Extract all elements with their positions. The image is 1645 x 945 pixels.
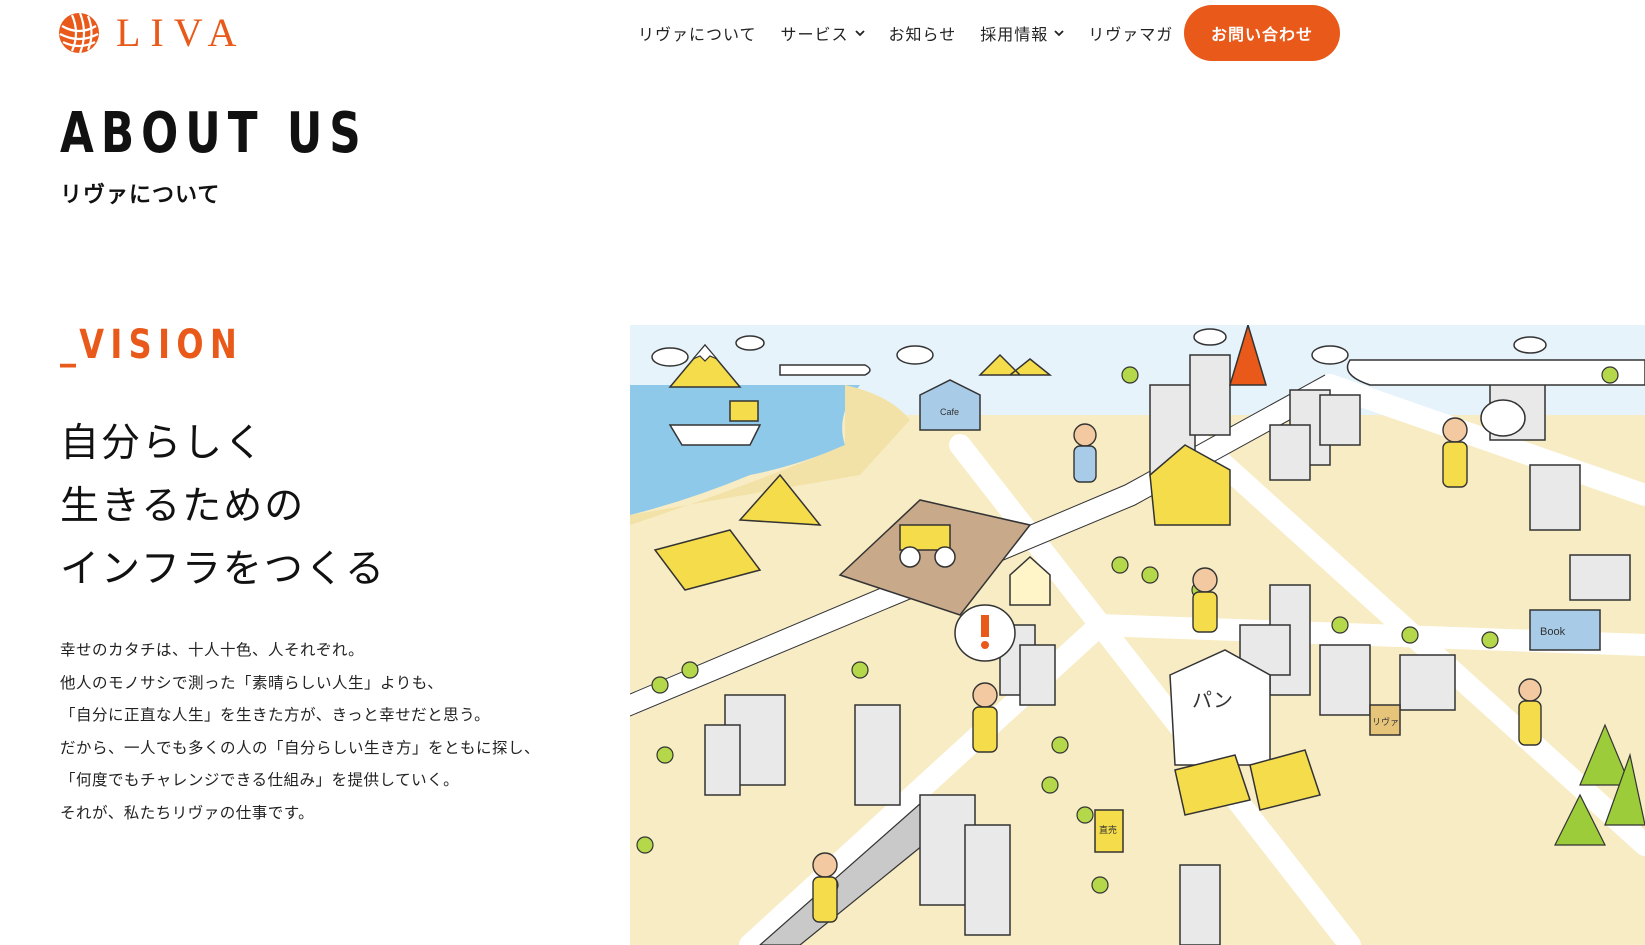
- body-line: それが、私たちリヴァの仕事です。: [60, 803, 315, 822]
- nav-item-services[interactable]: サービス: [781, 21, 865, 45]
- sign-liva: リヴァ: [1372, 716, 1399, 728]
- nav-label: 採用情報: [980, 25, 1049, 44]
- body-line: 「何度でもチャレンジできる仕組み」を提供していく。: [60, 771, 460, 789]
- nav-item-livamaga[interactable]: リヴァマガ: [1088, 21, 1173, 45]
- body-line: 幸せのカタチは、十人十色、人それぞれ。: [60, 641, 365, 659]
- vision-headline: 自分らしく 生きるための インフラをつくる: [60, 412, 580, 601]
- sign-cafe: Cafe: [940, 407, 959, 417]
- vision-body: 幸せのカタチは、十人十色、人それぞれ。 他人のモノサシで測った「素晴らしい人生」…: [60, 634, 620, 829]
- vision-underscore: _: [60, 322, 80, 368]
- sign-market: 直売: [1099, 824, 1117, 836]
- logo-mark-icon: [59, 12, 99, 54]
- sign-pan: パン: [1192, 688, 1233, 712]
- main-nav: リヴァについて サービス お知らせ 採用情報 リヴァマガ: [638, 0, 1197, 66]
- nav-label: リヴァについて: [638, 25, 757, 44]
- sign-book: Book: [1540, 626, 1566, 638]
- page-title: ABOUT US: [60, 101, 368, 166]
- headline-line: 自分らしく: [60, 421, 266, 466]
- body-line: 「自分に正直な人生」を生きた方が、きっと幸せだと思う。: [60, 706, 491, 724]
- page-subtitle: リヴァについて: [60, 183, 221, 208]
- headline-line: 生きるための: [60, 484, 306, 529]
- body-line: だから、一人でも多くの人の「自分らしい生き方」をともに探し、: [60, 738, 541, 757]
- chevron-down-icon: [1054, 30, 1064, 37]
- nav-label: リヴァマガ: [1088, 25, 1174, 44]
- town-illustration: Cafe パン Book リヴァ 直売: [630, 325, 1645, 945]
- logo[interactable]: LIVA: [58, 12, 246, 54]
- vision-label-text: VISION: [79, 322, 244, 368]
- logo-text: LIVA: [116, 10, 247, 55]
- body-line: 他人のモノサシで測った「素晴らしい人生」よりも、: [60, 673, 444, 692]
- nav-item-recruit[interactable]: 採用情報: [980, 21, 1064, 45]
- chevron-down-icon: [854, 30, 865, 37]
- nav-item-news[interactable]: お知らせ: [889, 21, 957, 45]
- town-illustration-svg: Cafe パン Book リヴァ 直売: [630, 325, 1645, 945]
- headline-line: インフラをつくる: [60, 547, 387, 592]
- nav-item-about[interactable]: リヴァについて: [638, 21, 757, 45]
- vision-label: _VISION: [60, 322, 243, 368]
- nav-label: お知らせ: [888, 25, 957, 44]
- contact-button[interactable]: お問い合わせ: [1184, 5, 1340, 61]
- page: LIVA リヴァについて サービス お知らせ 採用情報 リヴァマガ お問い合わせ…: [0, 0, 1645, 945]
- nav-label: サービス: [780, 25, 849, 44]
